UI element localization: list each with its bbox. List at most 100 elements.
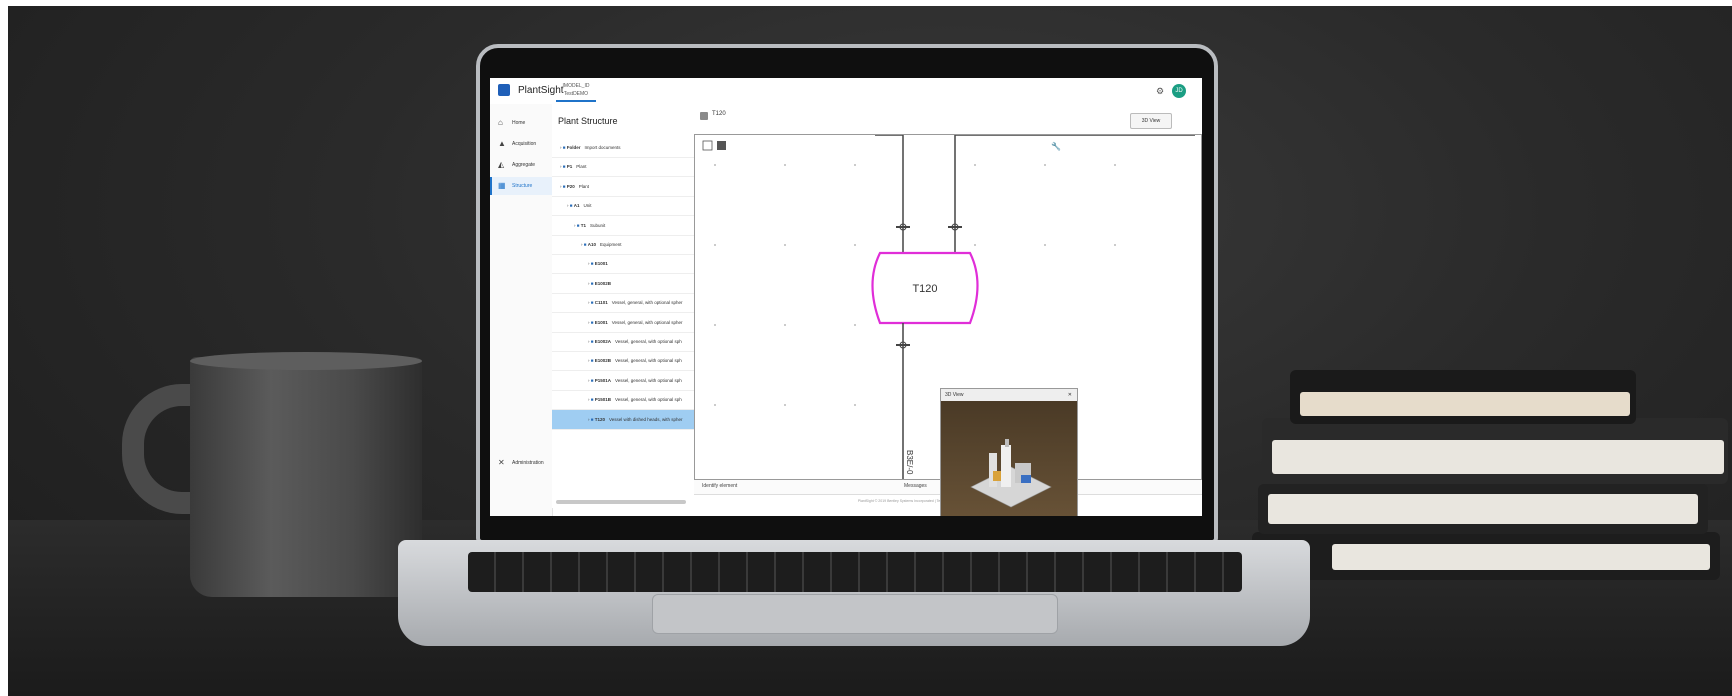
tree-row-label: Import documents: [584, 145, 621, 150]
tree-row-label: Vessel, general, with optional spher: [611, 319, 683, 325]
nav-item-structure[interactable]: ▦ Structure: [490, 177, 552, 195]
gear-icon[interactable]: ⚙: [1156, 86, 1164, 97]
tree-row-label: Subunit: [589, 222, 606, 228]
tree-row[interactable]: › ■ A10 Equipment: [552, 235, 694, 255]
tree-row[interactable]: › ■ P1 Plant: [552, 157, 694, 178]
3d-view-title: 3D View: [945, 392, 964, 398]
nav-item-acquisition[interactable]: ▲ Acquisition: [490, 135, 552, 153]
nav-item-label: Aggregate: [512, 162, 536, 168]
tree-row[interactable]: › ■ T120 Vessel with dished heads, with s…: [552, 409, 694, 430]
chevron-right-icon[interactable]: ›: [552, 184, 563, 189]
tree-row-label: Unit: [583, 203, 592, 209]
chevron-right-icon[interactable]: ›: [552, 358, 591, 363]
tree-row[interactable]: › ■ A1 Unit: [552, 196, 694, 217]
messages-button[interactable]: Messages: [904, 483, 927, 489]
diagram-header: T120 3D View: [694, 104, 1202, 135]
tree-row-code: A1: [573, 203, 580, 209]
tree-row[interactable]: › ■ Folder Import documents: [552, 138, 694, 158]
close-icon[interactable]: ✕: [1068, 389, 1072, 401]
chevron-right-icon[interactable]: ›: [552, 378, 591, 383]
tree-row-code: Folder: [566, 145, 581, 150]
chevron-right-icon[interactable]: ›: [552, 281, 591, 286]
tree-row-code: T120: [594, 416, 605, 422]
chevron-right-icon[interactable]: ›: [552, 145, 563, 150]
fit-view-icon[interactable]: [702, 140, 713, 151]
tree-row[interactable]: › ■ P1501B Vessel, general, with optional…: [552, 390, 694, 411]
cube-icon: [700, 112, 708, 120]
aggregate-icon: ◭: [498, 160, 505, 169]
tree-row-label: Vessel, general, with optional sph: [614, 358, 682, 364]
context-line-2: TestDEMO: [563, 91, 589, 97]
tree-row[interactable]: › ■ P1501A Vessel, general, with optional…: [552, 371, 694, 391]
tree-row[interactable]: › ■ E1002B: [552, 274, 694, 294]
chevron-right-icon[interactable]: ›: [552, 397, 591, 402]
tree-row-label: Plant: [578, 183, 589, 189]
tree-row-code: P20: [566, 183, 575, 189]
context-line-1: IMODEL_ID: [562, 83, 590, 89]
tree-row-label: Vessel with dished heads, with spher: [608, 416, 683, 422]
tree-row-code: P1: [566, 164, 573, 170]
frame-edge-left: [0, 0, 8, 696]
layer-icon[interactable]: [717, 141, 726, 150]
wrench-icon[interactable]: 🔧: [1051, 141, 1061, 151]
nav-item-label: Administration: [512, 460, 544, 466]
chevron-right-icon[interactable]: ›: [552, 300, 591, 305]
tree-row-label: Vessel, general, with optional sph: [614, 397, 682, 403]
3d-view-window[interactable]: 3D View ✕: [940, 388, 1078, 516]
mug-rim: [190, 352, 422, 370]
tree-row[interactable]: › ■ E1001 Vessel, general, with optional …: [552, 313, 694, 333]
tree-row-label: Equipment: [599, 242, 622, 247]
plant-structure-panel: Plant Structure › ■ Folder Import documen…: [552, 104, 695, 508]
3d-view-header: 3D View ✕: [941, 389, 1077, 401]
tree-row-code: C1101: [594, 300, 608, 306]
tree-row[interactable]: › ■ T1 Subunit: [552, 216, 694, 236]
book-second-pages: [1272, 440, 1724, 474]
tools-icon: ✕: [498, 458, 505, 467]
tree-row-code: E1002B: [594, 280, 611, 286]
chevron-right-icon[interactable]: ›: [552, 339, 591, 344]
identify-element-label: Identify element: [702, 483, 738, 489]
home-icon: ⌂: [498, 118, 503, 127]
app-screen: PlantSight IMODEL_ID TestDEMO ⚙ JD ⌂ Hom…: [490, 78, 1202, 516]
book-third-pages: [1268, 494, 1698, 524]
chevron-right-icon[interactable]: ›: [552, 223, 577, 228]
tree-row[interactable]: › ■ E1002B Vessel, general, with optional…: [552, 351, 694, 372]
horizontal-scrollbar[interactable]: [556, 500, 686, 504]
structure-icon: ▦: [498, 181, 506, 190]
tree-row-code: T1: [580, 222, 586, 228]
book-bottom-pages: [1332, 544, 1710, 570]
tree-row-code: A10: [587, 242, 596, 247]
nav-item-label: Acquisition: [512, 141, 537, 147]
tree-row-label: Vessel, general, with optional spher: [611, 300, 683, 306]
left-nav: ⌂ Home ▲ Acquisition ◭ Aggregate ▦ Struc…: [490, 104, 553, 516]
3d-view-button[interactable]: 3D View: [1130, 113, 1172, 129]
tree-row-code: P1501A: [594, 377, 611, 383]
tree-row-code: E1002B: [594, 358, 611, 364]
nav-item-label: Home: [512, 120, 526, 126]
chevron-right-icon[interactable]: ›: [552, 164, 563, 169]
tree-row[interactable]: › ■ E1002A Vessel, general, with optional…: [552, 332, 694, 352]
3d-model-viewport[interactable]: [941, 401, 1077, 516]
chevron-right-icon[interactable]: ›: [552, 417, 591, 422]
tree-row-code: P1501B: [594, 397, 611, 403]
chevron-right-icon[interactable]: ›: [552, 203, 570, 208]
nav-item-aggregate[interactable]: ◭ Aggregate: [490, 156, 552, 174]
chevron-right-icon[interactable]: ›: [552, 242, 584, 247]
context-selector[interactable]: IMODEL_ID TestDEMO: [556, 80, 596, 102]
tree-row[interactable]: › ■ P20 Plant: [552, 177, 694, 197]
tree-row-label: Plant: [576, 164, 587, 170]
nav-item-administration[interactable]: ✕ Administration: [490, 454, 552, 472]
tree-row[interactable]: › ■ E1001: [552, 254, 694, 275]
chevron-right-icon[interactable]: ›: [552, 261, 591, 266]
top-bar: PlantSight IMODEL_ID TestDEMO ⚙ JD: [490, 78, 1202, 105]
mug: [190, 357, 422, 597]
chevron-right-icon[interactable]: ›: [552, 320, 591, 325]
app-logo-icon: [498, 84, 510, 96]
pipe-label: B3E/-0: [905, 450, 914, 475]
laptop-trackpad: [652, 594, 1058, 634]
nav-item-home[interactable]: ⌂ Home: [490, 114, 552, 132]
nav-item-label: Structure: [512, 183, 533, 189]
avatar[interactable]: JD: [1172, 84, 1186, 98]
tree-row[interactable]: › ■ C1101 Vessel, general, with optional …: [552, 293, 694, 314]
laptop-keyboard: [468, 552, 1242, 592]
